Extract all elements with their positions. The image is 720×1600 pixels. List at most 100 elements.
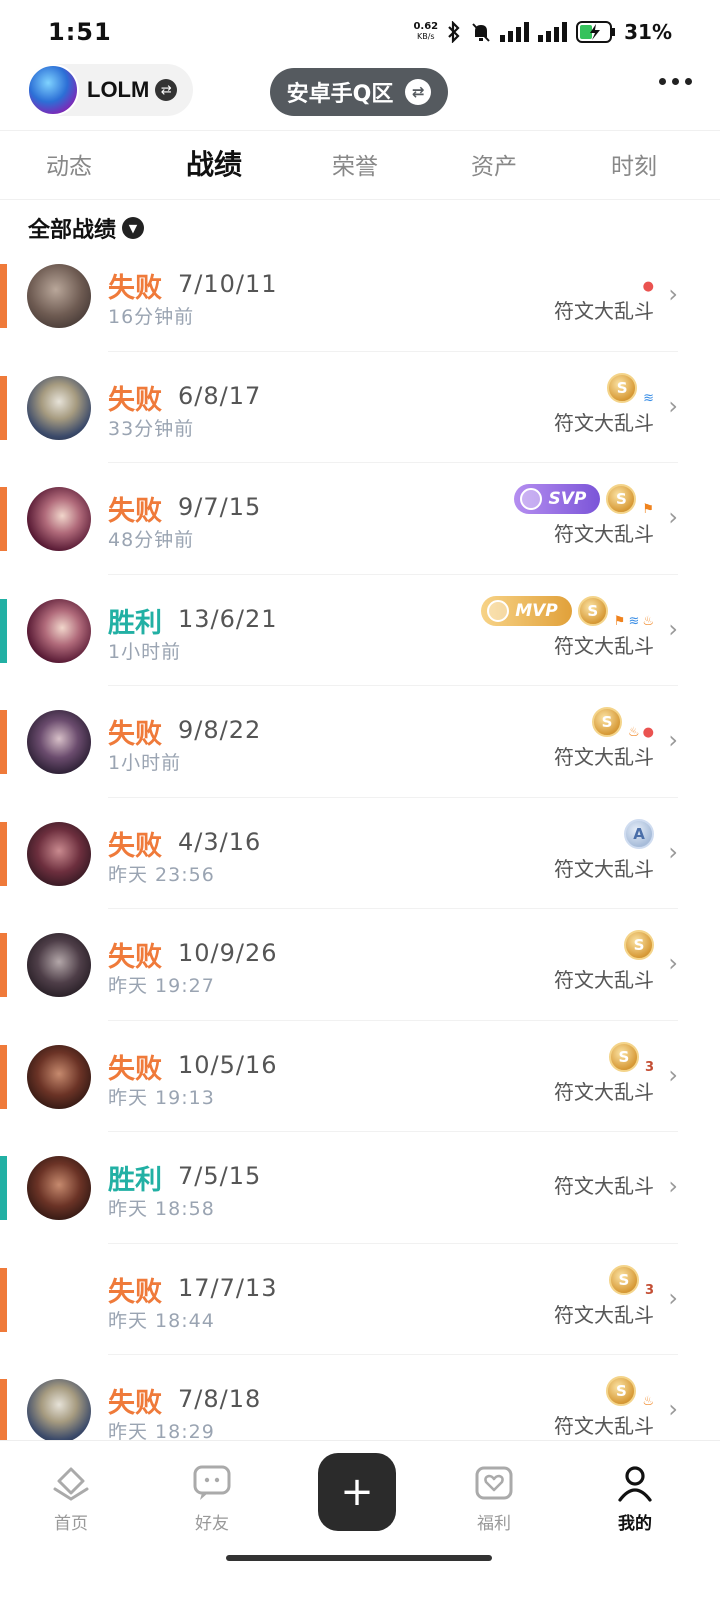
account-switcher[interactable]: LOLM ⇄	[27, 64, 193, 116]
match-row[interactable]: 失败 6/8/17 33分钟前 S ≋ 符文大乱斗 ›	[0, 352, 720, 463]
fire-icon: ♨	[642, 1394, 654, 1409]
match-row[interactable]: 失败 4/3/16 昨天 23:56 A 符文大乱斗 ›	[0, 798, 720, 909]
game-mode: 符文大乱斗	[554, 522, 654, 546]
dot-icon	[659, 78, 666, 85]
fire-icon: ♨	[628, 725, 640, 740]
champion-avatar	[27, 375, 91, 440]
match-row[interactable]: 失败 9/8/22 1小时前 S ♨ ● 符文大乱斗 ›	[0, 686, 720, 798]
result-indicator	[0, 375, 7, 440]
tab-match-history[interactable]: 战绩	[186, 143, 242, 183]
lightning-icon	[487, 599, 510, 622]
mute-bell-icon	[470, 21, 492, 43]
svp-badge: SVP	[514, 484, 601, 514]
account-name: LOLM	[87, 77, 150, 102]
a-grade-coin-icon: A	[624, 818, 654, 849]
nav-friends[interactable]: 好友	[172, 1463, 252, 1534]
champion-avatar	[27, 264, 91, 328]
tab-moments[interactable]: 时刻	[611, 147, 657, 181]
chevron-right-icon: ›	[668, 391, 678, 420]
mvp-badge: MVP	[481, 595, 572, 626]
match-time: 昨天 19:27	[108, 975, 215, 997]
match-row[interactable]: 胜利 13/6/21 1小时前 MVP S ⚑ ≋ ♨ 符文大乱斗 ›	[0, 575, 720, 686]
triple-kill-icon: 3	[644, 1282, 654, 1298]
champion-avatar	[27, 821, 91, 886]
match-row[interactable]: 胜利 7/5/15 昨天 18:58 符文大乱斗 ›	[0, 1132, 720, 1244]
nav-profile-label: 我的	[618, 1514, 652, 1534]
match-kda: 9/7/15	[178, 493, 262, 521]
match-row[interactable]: 失败 17/7/13 昨天 18:44 S 3 符文大乱斗 ›	[0, 1244, 720, 1355]
result-indicator	[0, 1379, 7, 1443]
game-mode: 符文大乱斗	[554, 410, 654, 435]
s-grade-coin-icon: S	[606, 1376, 637, 1406]
profile-icon	[615, 1463, 655, 1503]
nav-friends-label: 好友	[195, 1514, 229, 1534]
match-kda: 6/8/17	[178, 381, 262, 410]
server-name: 安卓手Q区	[286, 82, 394, 107]
match-time: 33分钟前	[108, 417, 195, 440]
chevron-right-icon: ›	[668, 837, 678, 866]
battery-charging-icon	[576, 21, 616, 43]
result-indicator	[0, 821, 7, 886]
match-time: 昨天 18:44	[108, 1309, 215, 1332]
result-indicator	[0, 1267, 7, 1332]
match-badges: S ≋	[607, 368, 654, 408]
network-speed: 0.62 KB/s	[413, 21, 439, 42]
nav-rewards[interactable]: 福利	[454, 1463, 534, 1534]
plus-icon: +	[340, 1469, 374, 1515]
match-time: 16分钟前	[108, 306, 195, 328]
match-row[interactable]: 失败 10/5/16 昨天 19:13 S 3 符文大乱斗 ›	[0, 1021, 720, 1132]
more-menu-button[interactable]	[659, 78, 692, 85]
match-time: 1小时前	[108, 640, 182, 663]
bottom-navigation: 首页 好友 + 福利 我的	[0, 1440, 720, 1600]
nav-home-label: 首页	[54, 1514, 88, 1534]
dot-icon	[685, 78, 692, 85]
match-result: 失败	[108, 942, 162, 973]
result-indicator	[0, 1156, 7, 1220]
match-result: 失败	[108, 830, 162, 862]
nav-home[interactable]: 首页	[31, 1463, 111, 1534]
match-result: 胜利	[108, 1165, 162, 1196]
game-mode: 符文大乱斗	[554, 1174, 654, 1198]
match-badges: SVP S ⚑	[514, 479, 654, 519]
tab-honor[interactable]: 荣誉	[332, 147, 378, 181]
tab-dynamics[interactable]: 动态	[46, 147, 92, 181]
avatar	[27, 64, 79, 116]
champion-avatar	[27, 1268, 91, 1332]
match-result: 失败	[108, 273, 162, 304]
dot-icon	[672, 78, 679, 85]
fire-icon: ♨	[642, 613, 654, 629]
home-indicator	[226, 1555, 492, 1561]
signal-icon-2	[538, 22, 568, 42]
nav-profile[interactable]: 我的	[595, 1463, 675, 1534]
chevron-right-icon: ›	[668, 614, 678, 643]
match-row[interactable]: 失败 9/7/15 48分钟前 SVP S ⚑ 符文大乱斗 ›	[0, 463, 720, 575]
match-time: 48分钟前	[108, 529, 195, 551]
server-switcher[interactable]: 安卓手Q区 ⇄	[270, 68, 448, 116]
champion-avatar	[27, 1379, 91, 1443]
champion-avatar	[27, 598, 91, 663]
blood-drop-icon: ●	[642, 279, 654, 294]
match-list: 失败 7/10/11 16分钟前 ● 符文大乱斗 › 失败 6/8/17 33分…	[0, 240, 720, 1467]
match-row[interactable]: 失败 7/10/11 16分钟前 ● 符文大乱斗 ›	[0, 240, 720, 352]
game-mode: 符文大乱斗	[554, 745, 654, 769]
match-kda: 13/6/21	[178, 604, 278, 633]
status-bar: 1:51 0.62 KB/s 31%	[0, 0, 720, 60]
water-icon: ≋	[628, 613, 640, 629]
triple-kill-icon: 3	[644, 1059, 654, 1075]
match-badges: S 3	[608, 1037, 654, 1077]
chevron-down-icon: ▼	[122, 217, 145, 239]
champion-avatar	[27, 710, 91, 774]
game-mode: 符文大乱斗	[554, 856, 654, 881]
match-time: 昨天 18:58	[108, 1198, 215, 1220]
s-grade-coin-icon: S	[624, 930, 654, 960]
create-post-button[interactable]: +	[318, 1453, 396, 1531]
match-badges: S ♨ ●	[592, 702, 654, 742]
match-kda: 7/10/11	[178, 270, 278, 298]
signal-icon	[500, 22, 530, 42]
match-result: 胜利	[108, 607, 162, 639]
match-result: 失败	[108, 1388, 162, 1419]
s-grade-coin-icon: S	[592, 707, 622, 737]
section-tabs: 动态 战绩 荣誉 资产 时刻	[0, 130, 720, 200]
tab-assets[interactable]: 资产	[471, 147, 517, 181]
match-row[interactable]: 失败 10/9/26 昨天 19:27 S 符文大乱斗 ›	[0, 909, 720, 1021]
